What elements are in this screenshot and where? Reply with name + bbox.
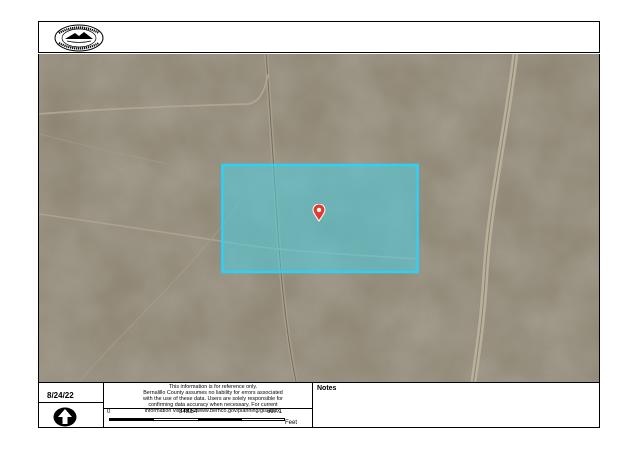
county-seal-logo <box>54 24 104 52</box>
scale-bar-graphic <box>109 418 285 421</box>
map-pin-icon[interactable] <box>312 204 326 222</box>
map-footer: 8/24/22 This information is for referenc… <box>38 382 600 428</box>
scale-unit: Feet <box>285 420 298 426</box>
scale-label-end: 697.1 <box>267 409 283 415</box>
aerial-map[interactable] <box>38 54 600 382</box>
scale-label-start: 0 <box>107 409 111 415</box>
map-header <box>38 21 600 53</box>
footer-divider <box>103 383 104 427</box>
north-arrow-icon <box>53 407 77 427</box>
scale-bar: 0 348.54 697.1 Feet <box>107 409 313 428</box>
scale-label-mid: 348.54 <box>179 409 198 415</box>
notes-heading: Notes <box>317 385 337 392</box>
map-date: 8/24/22 <box>47 391 74 400</box>
footer-divider <box>39 402 103 403</box>
